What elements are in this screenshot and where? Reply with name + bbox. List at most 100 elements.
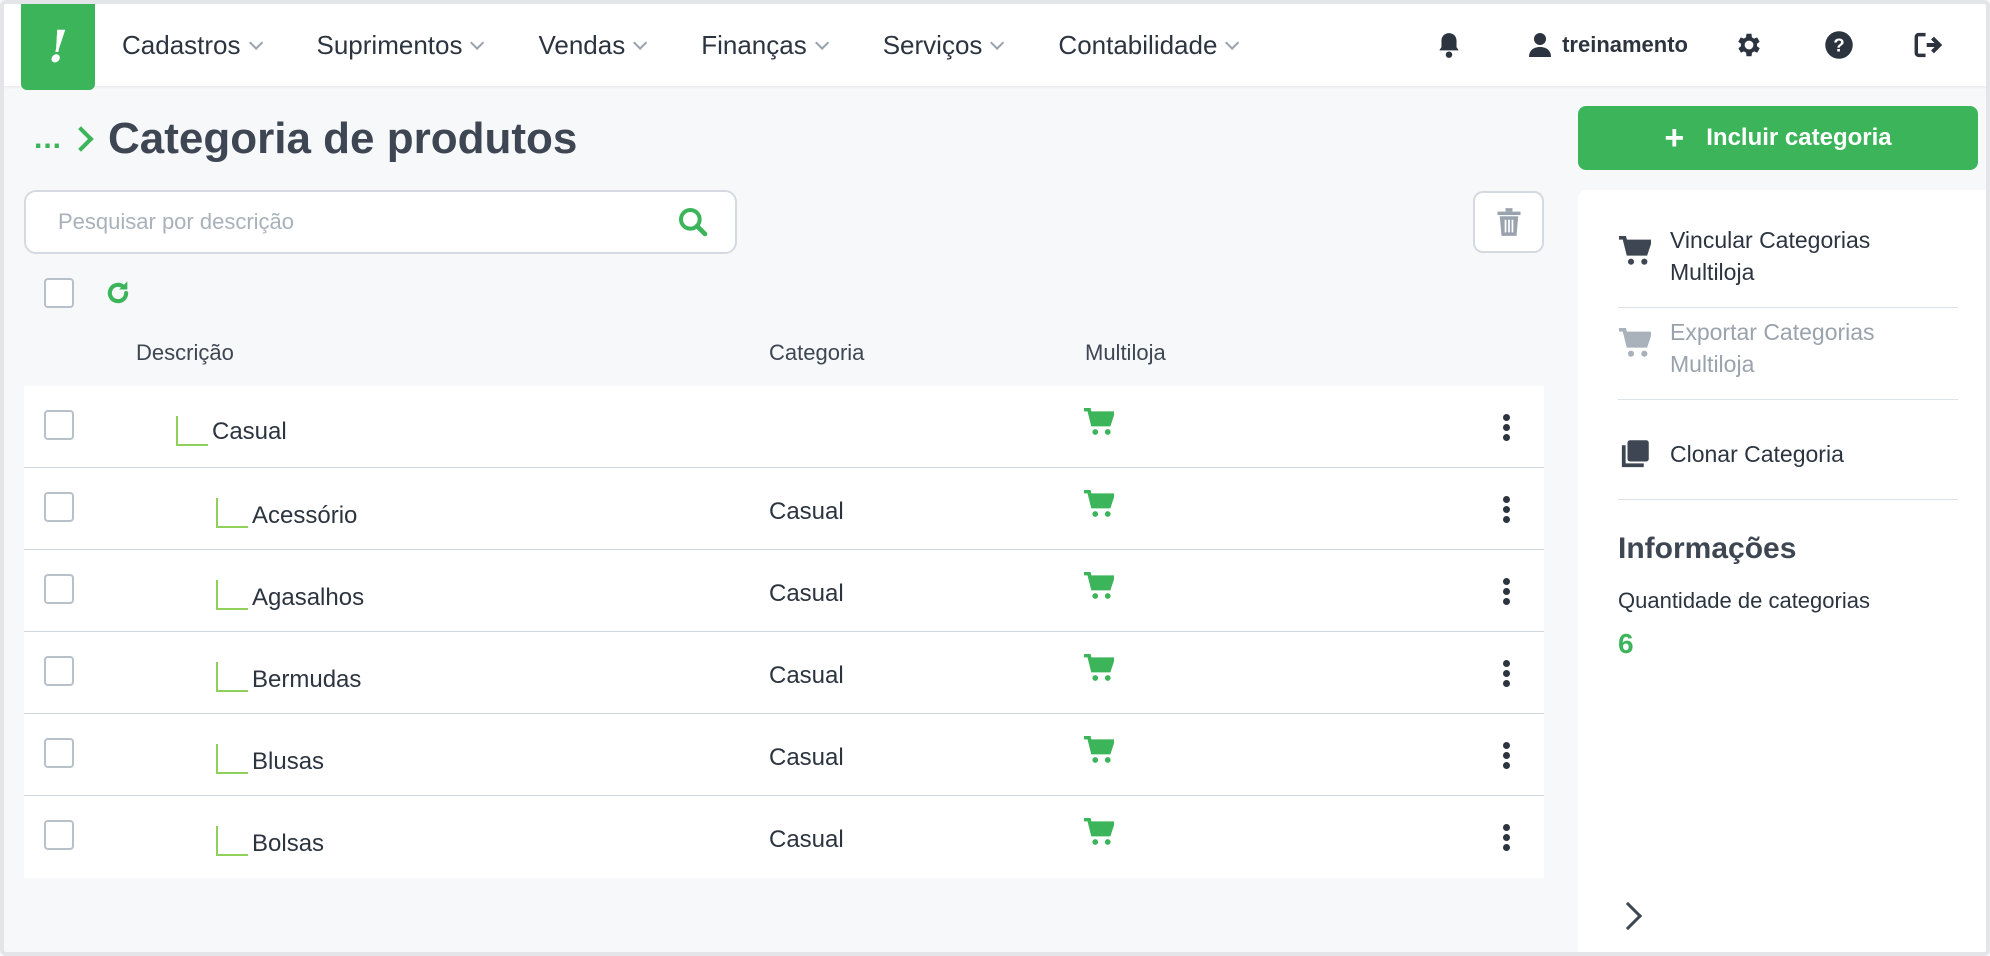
row-menu-icon[interactable] <box>1503 822 1510 852</box>
cart-icon <box>1084 735 1116 769</box>
header-category[interactable]: Categoria <box>769 340 864 366</box>
row-checkbox[interactable] <box>44 492 74 522</box>
copy-icon <box>1618 439 1652 469</box>
table-row[interactable]: Agasalhos Casual <box>24 550 1544 632</box>
row-category: Casual <box>769 580 844 607</box>
row-menu-icon[interactable] <box>1503 658 1510 688</box>
menu-label: Finanças <box>701 29 807 60</box>
cart-icon <box>1084 653 1116 687</box>
menu-contabilidade[interactable]: Contabilidade <box>1058 29 1240 61</box>
chevron-down-icon <box>1225 35 1240 50</box>
table-row[interactable]: Bolsas Casual <box>24 796 1544 878</box>
search-icon[interactable] <box>677 206 709 238</box>
user-name: treinamento <box>1562 32 1688 57</box>
menu-label: Serviços <box>882 29 983 60</box>
side-panel: Vincular Categorias Multiloja Exportar C… <box>1578 190 1986 952</box>
chevron-right-icon <box>68 126 94 152</box>
table-row[interactable]: Acessório Casual <box>24 468 1544 550</box>
export-multistore-action[interactable]: Exportar Categorias Multiloja <box>1618 316 1958 400</box>
table-row[interactable]: Casual <box>24 386 1544 468</box>
add-category-button[interactable]: + Incluir categoria <box>1578 106 1978 170</box>
tree-branch-icon <box>216 744 248 774</box>
row-description: Blusas <box>252 748 325 775</box>
svg-text:?: ? <box>1833 34 1844 55</box>
chevron-down-icon <box>633 35 648 50</box>
menu-vendas[interactable]: Vendas <box>538 29 648 61</box>
row-description: Casual <box>212 418 287 445</box>
chevron-down-icon <box>470 35 485 50</box>
cart-icon <box>1084 489 1116 523</box>
row-checkbox[interactable] <box>44 738 74 768</box>
row-description: Acessório <box>252 502 358 529</box>
menu-label: Suprimentos <box>316 29 463 60</box>
delete-button[interactable] <box>1473 191 1544 253</box>
table-row[interactable]: Blusas Casual <box>24 714 1544 796</box>
user-menu[interactable]: treinamento <box>1528 32 1688 58</box>
row-category: Casual <box>769 498 844 525</box>
plus-icon: + <box>1664 119 1685 157</box>
menu-label: Cadastros <box>122 29 241 60</box>
row-description: Bermudas <box>252 666 362 693</box>
row-description: Bolsas <box>252 830 325 857</box>
breadcrumb-more[interactable]: ... <box>34 122 62 156</box>
menu-label: Vendas <box>538 29 626 60</box>
menu-suprimentos[interactable]: Suprimentos <box>316 29 485 61</box>
page-title: Categoria de produtos <box>108 114 578 163</box>
row-checkbox[interactable] <box>44 656 74 686</box>
row-description: Agasalhos <box>252 584 365 611</box>
tree-branch-icon <box>176 416 208 446</box>
user-icon <box>1529 33 1552 57</box>
category-count-label: Quantidade de categorias <box>1618 588 1870 613</box>
row-checkbox[interactable] <box>44 410 74 440</box>
row-category: Casual <box>769 744 844 771</box>
row-menu-icon[interactable] <box>1503 494 1510 524</box>
table-header: Descrição Categoria Multiloja <box>24 334 1544 374</box>
chevron-down-icon <box>248 35 263 50</box>
cart-icon <box>1084 571 1116 605</box>
info-title: Informações <box>1618 532 1797 565</box>
cart-icon <box>1084 407 1116 441</box>
bell-icon[interactable] <box>1432 28 1466 62</box>
breadcrumb: ... Categoria de produtos <box>34 114 577 164</box>
trash-icon <box>1496 208 1521 236</box>
top-right-actions: treinamento ? <box>1432 4 1946 86</box>
search-input[interactable] <box>58 209 677 235</box>
help-icon[interactable]: ? <box>1822 28 1856 62</box>
table-row[interactable]: Bermudas Casual <box>24 632 1544 714</box>
header-description[interactable]: Descrição <box>136 340 234 366</box>
link-multistore-label: Vincular Categorias Multiloja <box>1670 227 1871 285</box>
chevron-down-icon <box>814 35 829 50</box>
row-menu-icon[interactable] <box>1503 740 1510 770</box>
link-multistore-action[interactable]: Vincular Categorias Multiloja <box>1618 224 1958 308</box>
category-table: Casual Acessório Casual Agasalhos Casual… <box>24 386 1544 878</box>
add-category-label: Incluir categoria <box>1706 124 1892 151</box>
row-category: Casual <box>769 662 844 689</box>
menu-label: Contabilidade <box>1058 29 1218 60</box>
gear-icon[interactable] <box>1732 28 1766 62</box>
menu-servicos[interactable]: Serviços <box>882 29 1005 61</box>
chevron-down-icon <box>990 35 1005 50</box>
logout-icon[interactable] <box>1912 28 1946 62</box>
row-category: Casual <box>769 826 844 853</box>
app-logo[interactable]: ! <box>21 4 95 90</box>
select-all-checkbox[interactable] <box>44 278 74 308</box>
export-multistore-label: Exportar Categorias Multiloja <box>1670 319 1875 377</box>
chevron-right-icon[interactable] <box>1613 901 1643 931</box>
cart-icon <box>1618 328 1652 358</box>
cart-icon <box>1618 236 1652 266</box>
refresh-icon[interactable] <box>104 278 132 313</box>
row-menu-icon[interactable] <box>1503 576 1510 606</box>
row-checkbox[interactable] <box>44 574 74 604</box>
main-menu: Cadastros Suprimentos Vendas Finanças Se… <box>122 4 1293 86</box>
menu-cadastros[interactable]: Cadastros <box>122 29 263 61</box>
tree-branch-icon <box>216 826 248 856</box>
row-checkbox[interactable] <box>44 820 74 850</box>
header-multistore[interactable]: Multiloja <box>1085 340 1166 366</box>
cart-icon <box>1084 817 1116 851</box>
row-menu-icon[interactable] <box>1503 412 1510 442</box>
menu-financas[interactable]: Finanças <box>701 29 829 61</box>
tree-branch-icon <box>216 662 248 692</box>
tree-branch-icon <box>216 498 248 528</box>
clone-category-action[interactable]: Clonar Categoria <box>1618 408 1958 500</box>
tree-branch-icon <box>216 580 248 610</box>
